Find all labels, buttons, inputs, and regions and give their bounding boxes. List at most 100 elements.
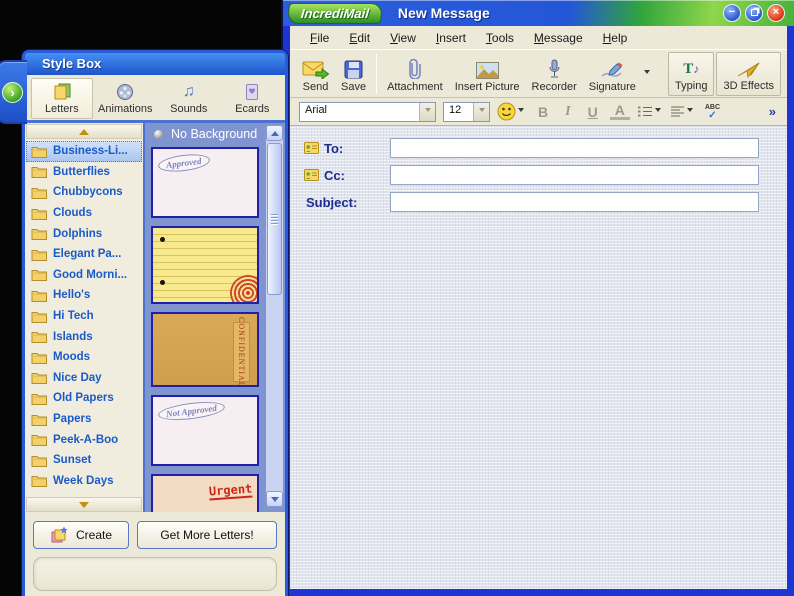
tab-letters[interactable]: Letters — [31, 78, 93, 119]
compose-titlebar[interactable]: IncrediMail New Message − × — [283, 0, 794, 26]
category-item[interactable]: Moods — [26, 347, 142, 368]
send-envelope-icon — [302, 61, 329, 79]
category-label: Papers — [53, 413, 92, 426]
font-size-combo[interactable]: 12 — [443, 101, 490, 122]
category-item[interactable]: Good Morni... — [26, 265, 142, 286]
insert-picture-button[interactable]: Insert Picture — [449, 52, 526, 96]
compose-window: IncrediMail New Message − × File Edit Vi… — [283, 0, 794, 596]
menu-view[interactable]: View — [380, 29, 426, 47]
address-book-icon[interactable] — [304, 142, 319, 154]
category-item[interactable]: Peek-A-Boo — [26, 429, 142, 450]
get-more-letters-button[interactable]: Get More Letters! — [137, 521, 277, 549]
category-item[interactable]: Butterflies — [26, 162, 142, 183]
category-item[interactable]: Islands — [26, 326, 142, 347]
category-item[interactable]: Hi Tech — [26, 306, 142, 327]
align-icon — [670, 106, 684, 117]
menu-tools[interactable]: Tools — [476, 29, 524, 47]
list-dropdown-arrow[interactable] — [654, 108, 661, 115]
radio-bullet-icon — [154, 129, 163, 139]
scrollbar-thumb[interactable] — [267, 143, 282, 295]
menu-message[interactable]: Message — [524, 29, 593, 47]
letter-thumbnail-notepad[interactable] — [151, 226, 259, 304]
send-label: Send — [302, 80, 329, 93]
category-item[interactable]: Elegant Pa... — [26, 244, 142, 265]
category-item[interactable]: Old Papers — [26, 388, 142, 409]
align-dropdown-arrow[interactable] — [686, 108, 693, 115]
signature-dropdown-arrow[interactable] — [643, 70, 650, 77]
save-button[interactable]: Save — [335, 52, 372, 96]
subject-label: Subject: — [306, 194, 358, 210]
scrollbar-down-button[interactable] — [266, 491, 283, 507]
send-button[interactable]: Send — [296, 52, 335, 96]
stylebox-titlebar[interactable]: Style Box — [25, 53, 285, 75]
minimize-button[interactable]: − — [723, 4, 741, 22]
tab-animations[interactable]: Animations — [95, 78, 157, 119]
align-button[interactable] — [670, 105, 695, 118]
emoticon-dropdown-arrow[interactable] — [518, 108, 524, 115]
letter-thumbnail-not-approved[interactable]: Not Approved — [151, 395, 259, 466]
list-button[interactable] — [637, 105, 663, 118]
category-item[interactable]: Week Days — [26, 471, 142, 492]
letters-icon — [54, 83, 71, 99]
restore-button[interactable] — [745, 4, 763, 22]
category-item[interactable]: Hello's — [26, 285, 142, 306]
recorder-button[interactable]: Recorder — [526, 52, 583, 96]
italic-button[interactable]: I — [560, 104, 575, 120]
folder-icon — [31, 435, 47, 447]
tab-sounds[interactable]: ♫ Sounds — [158, 78, 220, 119]
collapse-arrow-button[interactable]: › — [2, 82, 23, 103]
category-scroll-up[interactable] — [26, 124, 142, 139]
no-background-option[interactable]: No Background — [145, 123, 285, 145]
letter-thumbnail-urgent[interactable]: Urgent — [151, 474, 259, 512]
bold-button[interactable]: B — [533, 104, 553, 120]
close-button[interactable]: × — [767, 4, 785, 22]
category-item[interactable]: Chubbycons — [26, 182, 142, 203]
signature-button[interactable]: Signature — [583, 52, 642, 96]
typing-button[interactable]: T ♪ Typing — [668, 51, 715, 96]
spell-check-button[interactable]: ABC ✓ — [702, 104, 723, 121]
create-button[interactable]: Create — [33, 521, 129, 549]
emoticon-button[interactable] — [497, 102, 526, 121]
cc-input[interactable] — [390, 165, 759, 185]
attachment-button[interactable]: Attachment — [381, 52, 449, 96]
underline-button[interactable]: U — [583, 104, 603, 120]
category-item[interactable]: Dolphins — [26, 223, 142, 244]
font-size-value: 12 — [449, 103, 462, 116]
menu-help[interactable]: Help — [593, 29, 638, 47]
letter-thumbnail-confidential[interactable]: CONFIDENTIAL — [151, 312, 259, 387]
font-family-combo[interactable]: Arial — [299, 101, 436, 122]
category-scroll-down[interactable] — [26, 497, 142, 512]
font-color-button[interactable]: A — [609, 103, 630, 120]
thumbnail-scrollbar[interactable] — [266, 125, 283, 507]
no-background-label: No Background — [171, 127, 258, 141]
font-family-dropdown[interactable] — [419, 102, 435, 121]
menu-edit[interactable]: Edit — [339, 29, 380, 47]
scrollbar-up-button[interactable] — [266, 125, 283, 141]
stylebox-tabs: Letters Animations ♫ Sounds Ecards — [25, 75, 285, 120]
category-label: Hi Tech — [53, 310, 94, 323]
category-item[interactable]: Nice Day — [26, 368, 142, 389]
menu-insert[interactable]: Insert — [426, 29, 476, 47]
letter-thumbnail-approved[interactable]: Approved — [151, 147, 259, 218]
notepad-hole — [160, 280, 165, 285]
window-controls: − × — [723, 4, 785, 22]
folder-icon — [31, 187, 47, 199]
folder-icon — [31, 476, 47, 488]
effects-3d-button[interactable]: 3D Effects — [716, 51, 781, 96]
address-book-icon[interactable] — [304, 169, 319, 181]
folder-icon — [31, 414, 47, 426]
tab-ecards[interactable]: Ecards — [222, 78, 284, 119]
category-item[interactable]: Papers — [26, 409, 142, 430]
category-item[interactable]: Sunset — [26, 450, 142, 471]
stylebox-main: Business-Li... Butterflies Chubbycons Cl… — [25, 120, 285, 512]
typing-icon: T ♪ — [683, 60, 700, 77]
message-body-area[interactable] — [290, 227, 787, 589]
category-item[interactable]: Clouds — [26, 203, 142, 224]
cc-label: Cc: — [324, 167, 345, 183]
font-size-dropdown[interactable] — [473, 102, 489, 121]
menu-file[interactable]: File — [300, 29, 339, 47]
subject-input[interactable] — [390, 192, 759, 212]
more-tools-chevron[interactable]: » — [769, 104, 778, 119]
to-input[interactable] — [390, 138, 759, 158]
category-item[interactable]: Business-Li... — [26, 141, 142, 162]
